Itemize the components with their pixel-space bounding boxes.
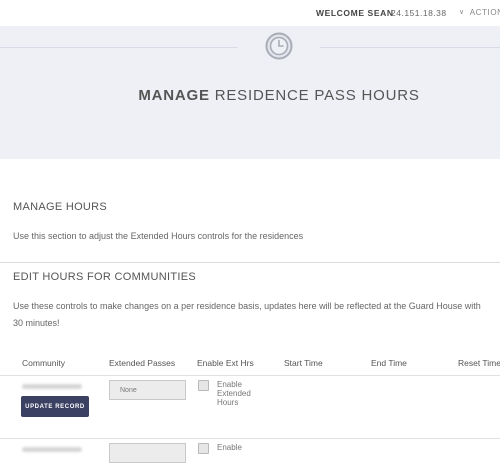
divider <box>320 47 500 48</box>
update-record-button[interactable]: UPDATE RECORD <box>21 396 89 417</box>
page-title-bold: MANAGE <box>138 87 210 104</box>
ip-address: 24.151.18.38 <box>391 8 447 18</box>
manage-hours-heading: MANAGE HOURS <box>13 201 108 213</box>
manage-hours-description: Use this section to adjust the Extended … <box>13 231 304 241</box>
enable-label-line: Extended <box>217 389 251 398</box>
top-bar: WELCOME SEAN 24.151.18.38 ∨ ACTION <box>0 0 500 26</box>
column-header-start-time: Start Time <box>284 358 323 368</box>
divider <box>0 47 238 48</box>
enable-extended-hours-checkbox[interactable] <box>198 380 209 391</box>
enable-extended-hours-label: Enable <box>217 443 242 452</box>
row-divider <box>0 438 500 439</box>
page-title-rest: RESIDENCE PASS HOURS <box>214 87 420 104</box>
edit-hours-heading: EDIT HOURS FOR COMMUNITIES <box>13 271 196 283</box>
enable-extended-hours-label: Enable Extended Hours <box>217 380 251 407</box>
edit-hours-description-line1: Use these controls to make changes on a … <box>13 301 481 311</box>
actions-label: ACTION <box>469 8 500 17</box>
clock-icon <box>265 32 293 60</box>
column-header-reset-time: Reset Time <box>458 358 500 368</box>
enable-label-line: Hours <box>217 398 239 407</box>
page-title: MANAGE RESIDENCE PASS HOURS <box>0 87 500 104</box>
hero-banner: MANAGE RESIDENCE PASS HOURS <box>0 26 500 159</box>
community-name-redacted <box>22 384 82 389</box>
table-header-divider <box>0 375 500 376</box>
chevron-down-icon: ∨ <box>459 9 465 16</box>
enable-extended-hours-checkbox[interactable] <box>198 443 209 454</box>
enable-label-line: Enable <box>217 443 242 452</box>
column-header-community: Community <box>22 358 65 368</box>
column-header-extended-passes: Extended Passes <box>109 358 176 368</box>
column-header-end-time: End Time <box>371 358 407 368</box>
column-header-enable-ext-hrs: Enable Ext Hrs <box>197 358 254 368</box>
section-divider <box>0 262 500 263</box>
extended-passes-input[interactable] <box>109 443 186 463</box>
actions-menu[interactable]: ∨ ACTION <box>459 8 500 17</box>
enable-label-line: Enable <box>217 380 242 389</box>
extended-passes-input[interactable] <box>109 380 186 400</box>
welcome-text: WELCOME SEAN <box>316 8 394 18</box>
edit-hours-description-line2: 30 minutes! <box>13 318 60 328</box>
